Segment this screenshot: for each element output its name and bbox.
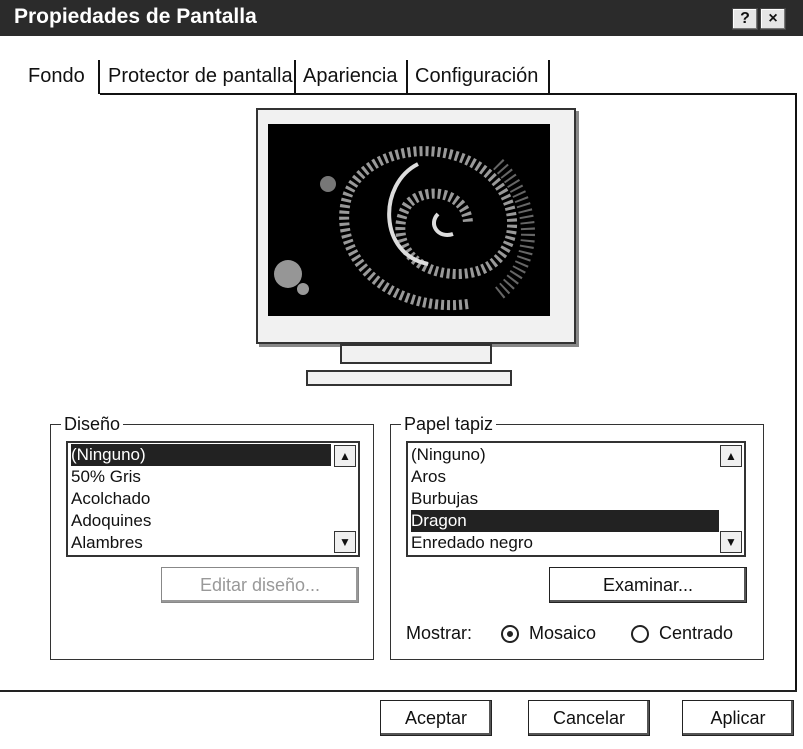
design-list-item[interactable]: Alambres (71, 532, 143, 554)
tab-fondo[interactable]: Fondo (28, 60, 85, 92)
design-group: Diseño (Ninguno) 50% Gris Acolchado Adoq… (50, 412, 374, 660)
dragon-wallpaper-image (268, 124, 550, 316)
wallpaper-group: Papel tapiz (Ninguno) Aros Burbujas Drag… (390, 412, 764, 660)
cancel-button[interactable]: Cancelar (528, 700, 650, 736)
tab-protector[interactable]: Protector de pantalla (108, 60, 293, 92)
wallpaper-preview (268, 124, 550, 316)
radio-mosaico[interactable]: Mosaico (501, 621, 596, 645)
radio-dot-icon (501, 625, 519, 644)
radio-centrado[interactable]: Centrado (631, 621, 733, 645)
tab-separator (548, 60, 550, 94)
radio-mosaico-label: Mosaico (529, 623, 597, 643)
title-bar: Propiedades de Pantalla ? × (0, 0, 803, 36)
design-listbox[interactable]: (Ninguno) 50% Gris Acolchado Adoquines A… (66, 441, 360, 557)
radio-empty-icon (631, 625, 649, 644)
tab-panel-border-right (795, 93, 797, 691)
display-mode-label: Mostrar: (406, 623, 473, 643)
radio-centrado-label: Centrado (659, 623, 734, 643)
wallpaper-group-label: Papel tapiz (401, 412, 497, 436)
ok-button[interactable]: Aceptar (380, 700, 492, 736)
apply-button[interactable]: Aplicar (682, 700, 794, 736)
browse-button[interactable]: Examinar... (549, 567, 747, 603)
wallpaper-list-item[interactable]: Aros (411, 466, 446, 488)
design-list-item[interactable]: (Ninguno) (71, 444, 331, 466)
wallpaper-listbox[interactable]: (Ninguno) Aros Burbujas Dragon Enredado … (406, 441, 746, 557)
tab-configuracion[interactable]: Configuración (415, 60, 538, 92)
window-title: Propiedades de Pantalla (14, 5, 257, 28)
close-button[interactable]: × (760, 8, 786, 30)
wallpaper-list-item[interactable]: Enredado negro (411, 532, 533, 554)
scroll-up-icon[interactable]: ▲ (720, 445, 742, 467)
monitor-preview (256, 108, 576, 344)
tab-panel-border-top (100, 93, 797, 95)
wallpaper-list-item[interactable]: (Ninguno) (411, 444, 486, 466)
design-group-label: Diseño (61, 412, 124, 436)
tab-separator (294, 60, 296, 94)
design-list-item[interactable]: 50% Gris (71, 466, 141, 488)
design-list-item[interactable]: Adoquines (71, 510, 151, 532)
wallpaper-list-item[interactable]: Burbujas (411, 488, 478, 510)
monitor-stand-base (306, 370, 512, 386)
edit-design-button[interactable]: Editar diseño... (161, 567, 359, 603)
monitor-stand-neck (340, 344, 492, 364)
tab-separator (98, 60, 100, 94)
tab-separator (406, 60, 408, 94)
scroll-up-icon[interactable]: ▲ (334, 445, 356, 467)
help-button[interactable]: ? (732, 8, 758, 30)
scroll-down-icon[interactable]: ▼ (720, 531, 742, 553)
tab-apariencia[interactable]: Apariencia (303, 60, 398, 92)
tab-panel-border-bottom (0, 690, 797, 692)
scroll-down-icon[interactable]: ▼ (334, 531, 356, 553)
wallpaper-list-item[interactable]: Dragon (411, 510, 719, 532)
design-list-item[interactable]: Acolchado (71, 488, 150, 510)
